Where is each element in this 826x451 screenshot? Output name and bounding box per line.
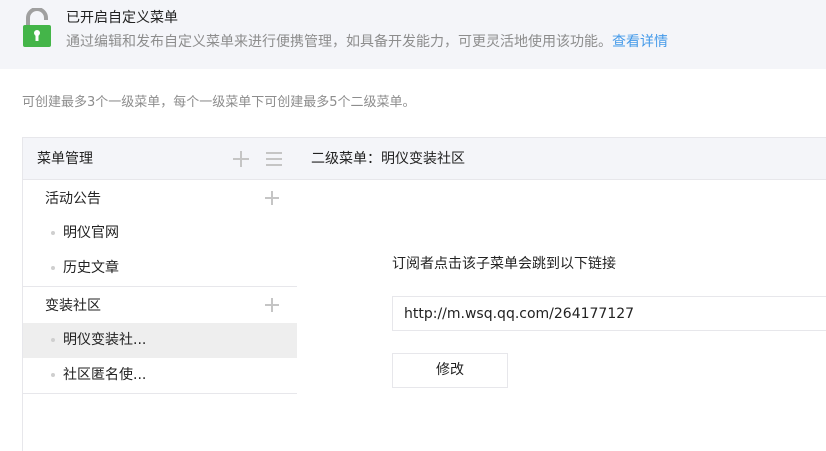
sort-menu-icon[interactable] xyxy=(264,149,284,169)
menu-group-label: 变装社区 xyxy=(45,298,101,314)
submenu-item[interactable]: 社区匿名使... xyxy=(23,358,297,393)
submenu-item-label: 明仪官网 xyxy=(63,225,119,241)
view-details-link[interactable]: 查看详情 xyxy=(612,34,668,50)
submenu-item-label: 明仪变装社... xyxy=(63,332,147,348)
add-submenu-icon[interactable] xyxy=(264,297,280,313)
detail-header: 二级菜单：明仪变装社区 xyxy=(297,138,826,180)
submenu-item-label: 社区匿名使... xyxy=(63,367,147,383)
detail-description: 订阅者点击该子菜单会跳到以下链接 xyxy=(392,256,616,272)
submenu-item-label: 历史文章 xyxy=(63,260,119,276)
menu-group: 变装社区 明仪变装社... 社区匿名使... xyxy=(23,287,297,394)
bullet-dot-icon xyxy=(51,338,55,342)
banner-description: 通过编辑和发布自定义菜单来进行便携管理，如具备开发能力，可更灵活地使用该功能。查… xyxy=(66,33,668,51)
bullet-dot-icon xyxy=(51,231,55,235)
menu-tree-header: 菜单管理 xyxy=(23,138,297,180)
menu-tree-title: 菜单管理 xyxy=(37,151,93,167)
modify-button[interactable]: 修改 xyxy=(392,353,508,388)
banner-title: 已开启自定义菜单 xyxy=(66,10,178,26)
add-menu-icon[interactable] xyxy=(231,149,251,169)
add-submenu-icon[interactable] xyxy=(264,190,280,206)
menu-group-community[interactable]: 变装社区 xyxy=(23,287,297,323)
menu-limit-hint: 可创建最多3个一级菜单，每个一级菜单下可创建最多5个二级菜单。 xyxy=(22,95,416,110)
menu-group-label: 活动公告 xyxy=(45,191,101,207)
submenu-detail-panel: 二级菜单：明仪变装社区 订阅者点击该子菜单会跳到以下链接 修改 xyxy=(297,137,826,451)
status-banner: 已开启自定义菜单 通过编辑和发布自定义菜单来进行便携管理，如具备开发能力，可更灵… xyxy=(0,0,826,69)
bullet-dot-icon xyxy=(51,266,55,270)
menu-tree-panel: 菜单管理 活动公告 明仪官网 历史文章 变装社区 明仪变装社... 社区匿名使.… xyxy=(22,137,298,451)
bullet-dot-icon xyxy=(51,373,55,377)
banner-description-text: 通过编辑和发布自定义菜单来进行便携管理，如具备开发能力，可更灵活地使用该功能。 xyxy=(66,34,612,50)
menu-group: 活动公告 明仪官网 历史文章 xyxy=(23,180,297,287)
menu-group-activity[interactable]: 活动公告 xyxy=(23,180,297,216)
submenu-item[interactable]: 明仪官网 xyxy=(23,216,297,251)
submenu-item[interactable]: 历史文章 xyxy=(23,251,297,286)
detail-title: 二级菜单：明仪变装社区 xyxy=(311,151,465,167)
link-url-field[interactable] xyxy=(392,296,826,331)
submenu-item-selected[interactable]: 明仪变装社... xyxy=(23,323,297,358)
lock-open-icon xyxy=(23,8,51,47)
